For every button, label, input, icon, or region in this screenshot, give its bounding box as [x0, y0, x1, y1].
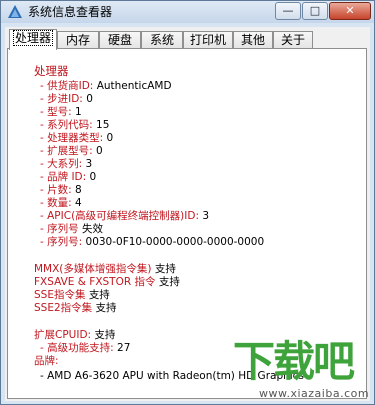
row-label: - 供货商ID: — [40, 80, 97, 92]
tab-system[interactable]: 系统 — [141, 31, 183, 49]
close-icon: ✕ — [345, 4, 355, 17]
row-label: - 大系列: — [40, 158, 86, 170]
row-label: - 序列号 — [40, 223, 82, 235]
tab-label: 处理器 — [12, 30, 54, 46]
info-row: - 型号: 1 — [40, 106, 82, 119]
row-value: 4 — [75, 197, 82, 209]
row-label: - 高级功能支持: — [40, 342, 118, 354]
row-value: 支持 — [158, 276, 180, 288]
tab-other[interactable]: 其他 — [233, 31, 273, 49]
tab-disk[interactable]: 硬盘 — [99, 31, 141, 49]
tab-label: 关于 — [280, 33, 305, 47]
tab-about[interactable]: 关于 — [273, 31, 313, 49]
app-icon — [7, 4, 23, 20]
app-window: 系统信息查看器 — □ ✕ 处理器 内存 硬盘 系统 打印机 其他 关于 处理器… — [0, 0, 375, 405]
row-label: - 系列代码: — [40, 119, 97, 131]
info-row: - 数量: 4 — [40, 197, 82, 210]
info-row: - 序列号 失效 — [40, 223, 103, 236]
row-label: - 处理器类型: — [40, 132, 107, 144]
row-label: SSE2指令集 — [34, 302, 96, 314]
info-row: - 大系列: 3 — [40, 158, 92, 171]
info-row: - 步进ID: 0 — [40, 93, 93, 106]
row-value: 1 — [75, 106, 82, 118]
row-label: MMX(多媒体增强指令集) — [34, 263, 155, 275]
row-label: FXSAVE & FXSTOR 指令 — [34, 276, 159, 288]
feature-row: FXSAVE & FXSTOR 指令 支持 — [34, 276, 180, 289]
tab-bar: 处理器 内存 硬盘 系统 打印机 其他 关于 — [7, 29, 367, 50]
info-row: - 片数: 8 — [40, 184, 82, 197]
advanced-feature-row: - 高级功能支持: 27 — [40, 342, 130, 355]
close-button[interactable]: ✕ — [329, 2, 371, 20]
row-label: - 扩展型号: — [40, 145, 97, 157]
row-value: 0 — [106, 132, 114, 144]
tab-label: 硬盘 — [107, 33, 132, 47]
watermark-site-text: www.xiazaiba.com — [259, 387, 370, 400]
tab-memory[interactable]: 内存 — [57, 31, 99, 49]
row-label: - 片数: — [40, 184, 76, 196]
row-value: 0 — [96, 145, 103, 157]
info-row: - 扩展型号: 0 — [40, 145, 103, 158]
row-label: SSE指令集 — [34, 289, 89, 301]
row-label: 扩展CPUID: — [34, 329, 95, 341]
watermark-logo: 下载吧 www.xiazaiba.com — [233, 339, 373, 405]
tab-label: 打印机 — [189, 33, 226, 47]
tab-label: 其他 — [240, 33, 265, 47]
watermark-logo-text: 下载吧 — [233, 337, 355, 386]
row-value: 3 — [202, 210, 210, 222]
maximize-button[interactable]: □ — [302, 2, 328, 20]
row-label: - 数量: — [40, 197, 76, 209]
info-row: - 系列代码: 15 — [40, 119, 109, 132]
maximize-icon: □ — [309, 4, 321, 17]
feature-row: SSE指令集 支持 — [34, 289, 110, 302]
row-label: - 序列号: — [40, 236, 86, 248]
row-value: 0030-0F10-0000-0000-0000-0000 — [85, 236, 265, 248]
minimize-icon: — — [282, 4, 294, 17]
section-heading: 处理器 — [34, 64, 69, 78]
info-row: - 序列号: 0030-0F10-0000-0000-0000-0000 — [40, 236, 264, 249]
brand-heading: 品牌: — [34, 355, 59, 367]
tab-label: 内存 — [65, 33, 90, 47]
info-row: - 品牌 ID: 0 — [40, 171, 96, 184]
title-bar[interactable]: 系统信息查看器 — □ ✕ — [1, 1, 374, 23]
row-value: AuthenticAMD — [96, 80, 172, 92]
row-value: 3 — [85, 158, 93, 170]
info-row: - 供货商ID: AuthenticAMD — [40, 80, 172, 93]
feature-row: MMX(多媒体增强指令集) 支持 — [34, 263, 176, 276]
row-value: 8 — [75, 184, 82, 196]
minimize-button[interactable]: — — [275, 2, 301, 20]
row-value: 支持 — [94, 329, 116, 341]
tab-printer[interactable]: 打印机 — [183, 31, 233, 49]
row-value: 支持 — [95, 302, 117, 314]
feature-row: SSE2指令集 支持 — [34, 302, 116, 315]
window-title: 系统信息查看器 — [28, 5, 113, 19]
info-row: - APIC(高级可编程终端控制器)ID: 3 — [40, 210, 209, 223]
row-label: - 品牌 ID: — [40, 171, 90, 183]
tab-processor[interactable]: 处理器 — [9, 29, 57, 50]
row-value: 27 — [117, 342, 131, 354]
row-value: 15 — [96, 119, 110, 131]
row-label: - 型号: — [40, 106, 76, 118]
row-label: - 步进ID: — [40, 93, 87, 105]
row-value: 支持 — [154, 263, 176, 275]
extended-cpuid-row: 扩展CPUID: 支持 — [34, 329, 115, 342]
row-value: 0 — [89, 171, 97, 183]
row-label: - APIC(高级可编程终端控制器)ID: — [40, 210, 203, 222]
tab-label: 系统 — [149, 33, 174, 47]
row-value: 支持 — [88, 289, 110, 301]
row-value: 0 — [86, 93, 93, 105]
row-value: 失效 — [81, 223, 103, 235]
info-row: - 处理器类型: 0 — [40, 132, 113, 145]
